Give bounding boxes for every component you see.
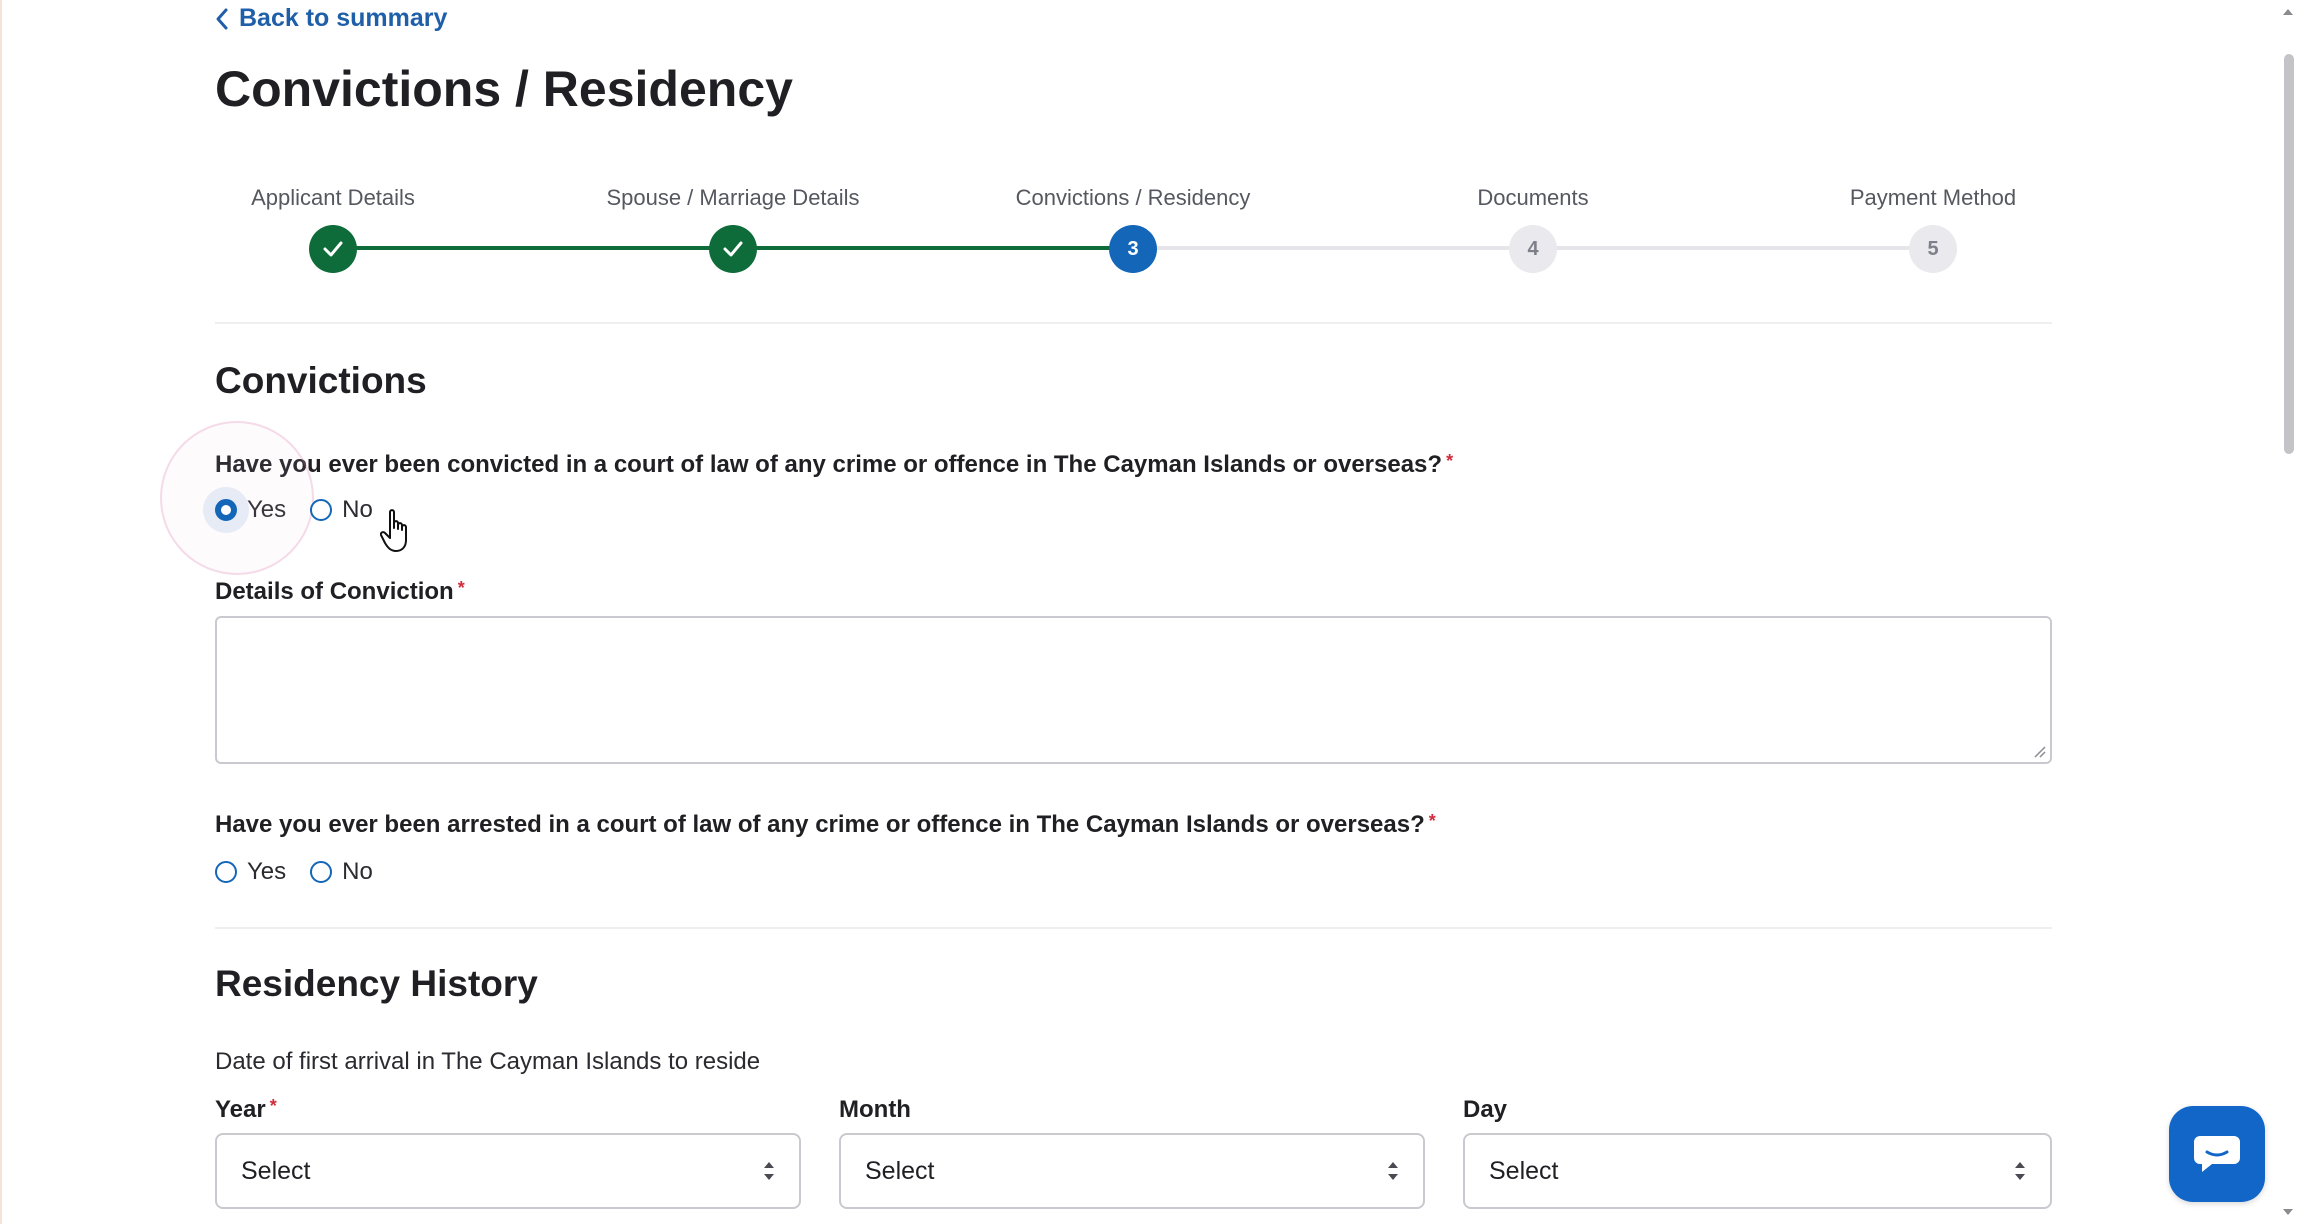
step-convictions-residency[interactable]: Convictions / Residency 3: [1003, 150, 1263, 273]
page-title: Convictions / Residency: [215, 61, 793, 117]
conviction-no-radio[interactable]: [310, 499, 333, 521]
check-icon: [723, 241, 743, 257]
details-of-conviction-label: Details of Conviction *: [215, 578, 465, 606]
step-label: Convictions / Residency: [1015, 185, 1251, 210]
step-number-marker: 5: [1909, 225, 1957, 273]
select-value: Select: [1489, 1156, 1559, 1185]
scrollbar-thumb[interactable]: [2284, 54, 2294, 454]
day-select[interactable]: Select: [1463, 1133, 2052, 1209]
step-complete-marker: [309, 225, 357, 273]
year-select[interactable]: Select: [215, 1133, 801, 1209]
field-label-text: Year: [215, 1096, 266, 1123]
conviction-yes-radio[interactable]: [215, 499, 237, 521]
step-spouse-marriage-details[interactable]: Spouse / Marriage Details: [603, 150, 863, 273]
section-divider: [215, 322, 2052, 324]
radio-label: No: [342, 858, 373, 885]
month-select[interactable]: Select: [839, 1133, 1425, 1209]
conviction-radio-group: Yes No: [160, 421, 397, 575]
select-arrows-icon: [2015, 1162, 2025, 1180]
step-complete-marker: [709, 225, 757, 273]
chat-launcher-button[interactable]: [2169, 1106, 2265, 1202]
step-applicant-details[interactable]: Applicant Details: [203, 150, 463, 273]
resize-grip-icon[interactable]: [2032, 744, 2046, 758]
progress-stepper: Applicant Details Spouse / Marriage Deta…: [215, 150, 2052, 280]
month-label: Month: [839, 1096, 911, 1123]
select-arrows-icon: [1388, 1162, 1398, 1180]
radio-wrap: [203, 487, 249, 533]
section-divider: [215, 927, 2052, 929]
first-arrival-intro: Date of first arrival in The Cayman Isla…: [215, 1048, 761, 1075]
check-icon: [323, 241, 343, 257]
residency-history-heading: Residency History: [215, 963, 538, 1004]
arrest-no-radio[interactable]: [310, 861, 333, 883]
chevron-left-icon: [216, 8, 228, 29]
step-label: Applicant Details: [251, 185, 415, 210]
question-text: Have you ever been convicted in a court …: [215, 451, 1443, 478]
back-to-summary-link[interactable]: Back to summary: [215, 4, 447, 33]
required-mark: *: [269, 1096, 277, 1116]
conviction-yes-option[interactable]: Yes: [160, 421, 314, 575]
arrest-radio-group: Yes No: [215, 858, 397, 886]
arrest-yes-option[interactable]: Yes: [215, 858, 286, 886]
step-label: Spouse / Marriage Details: [606, 185, 860, 210]
arrest-yes-radio[interactable]: [215, 861, 237, 883]
step-number-marker: 4: [1509, 225, 1557, 273]
details-of-conviction-textarea[interactable]: [215, 616, 2052, 764]
step-label: Payment Method: [1849, 185, 2017, 210]
scroll-down-icon[interactable]: [2282, 1206, 2294, 1218]
page-scrollbar[interactable]: [2276, 0, 2300, 1224]
select-value: Select: [865, 1156, 935, 1185]
step-payment-method[interactable]: Payment Method 5: [1803, 150, 2063, 273]
select-arrows-icon: [764, 1162, 774, 1180]
chat-bubble-icon: [2194, 1136, 2240, 1172]
required-mark: *: [1446, 451, 1454, 471]
day-label: Day: [1463, 1096, 1508, 1123]
arrest-question: Have you ever been arrested in a court o…: [215, 811, 1436, 839]
convictions-heading: Convictions: [215, 360, 427, 401]
select-value: Select: [241, 1156, 311, 1185]
step-label: Documents: [1477, 185, 1589, 210]
question-text: Have you ever been arrested in a court o…: [215, 811, 1425, 838]
required-mark: *: [457, 578, 465, 598]
required-mark: *: [1428, 811, 1436, 831]
back-link-label: Back to summary: [239, 4, 448, 32]
step-documents[interactable]: Documents 4: [1403, 150, 1663, 273]
step-number-marker: 3: [1109, 225, 1157, 273]
year-label: Year *: [215, 1096, 277, 1124]
scroll-up-icon[interactable]: [2282, 6, 2294, 18]
arrest-no-option[interactable]: No: [310, 858, 373, 886]
conviction-no-option[interactable]: No: [310, 496, 373, 524]
hand-pointer-icon: [380, 509, 407, 552]
conviction-question: Have you ever been convicted in a court …: [215, 451, 1453, 479]
field-label-text: Details of Conviction: [215, 578, 454, 605]
radio-label: No: [342, 496, 373, 523]
radio-label: Yes: [247, 858, 287, 885]
